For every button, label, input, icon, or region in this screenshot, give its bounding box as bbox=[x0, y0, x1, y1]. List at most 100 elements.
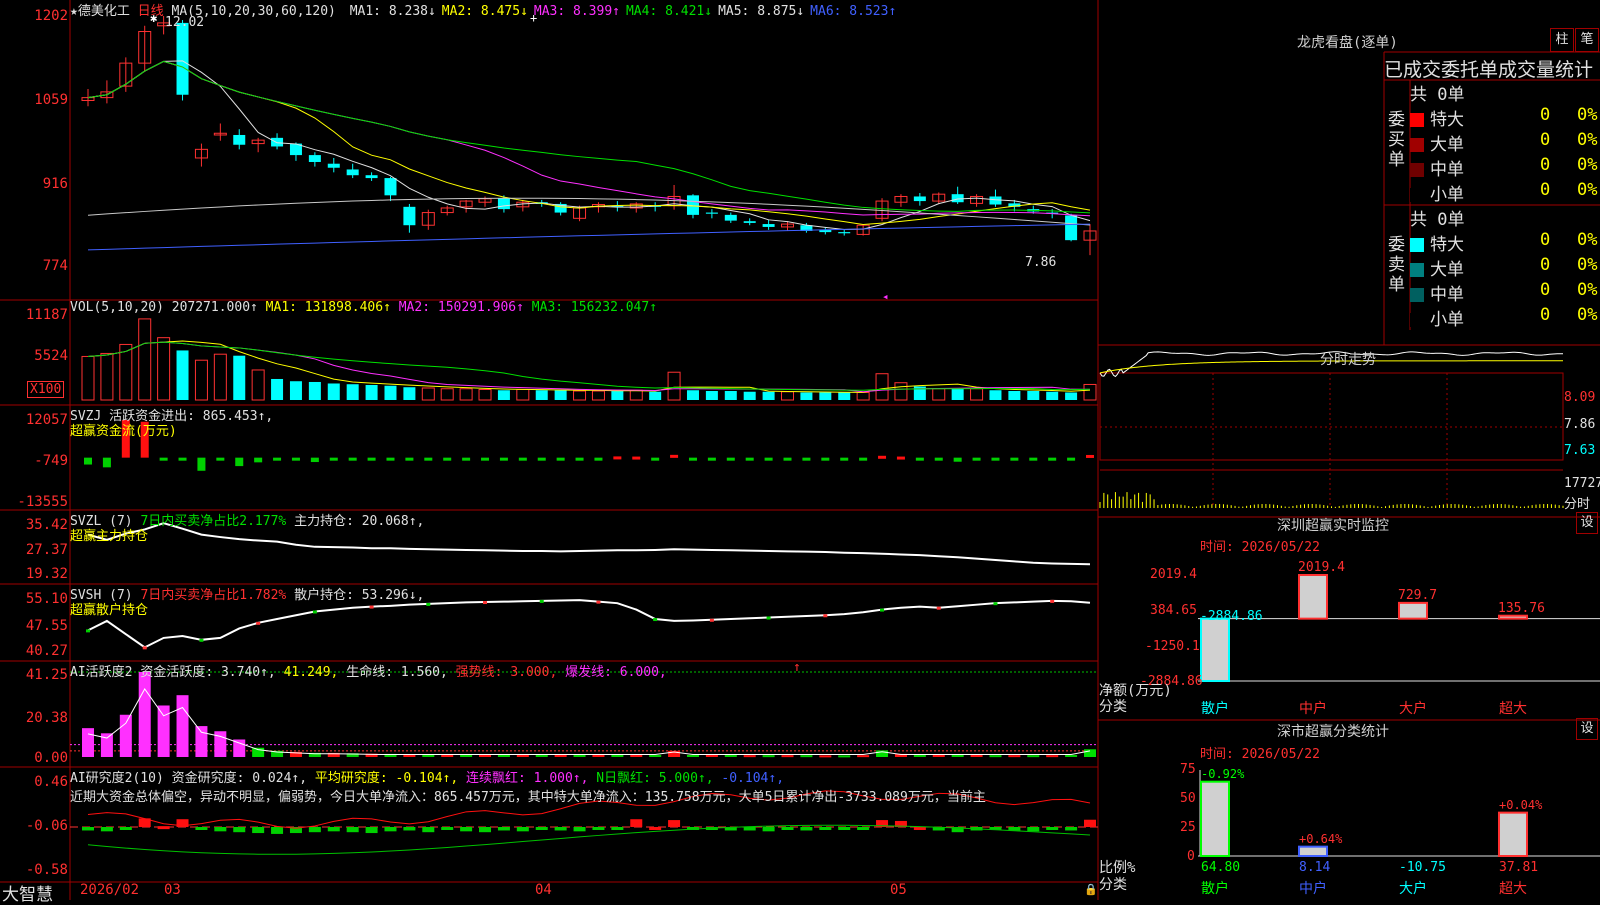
retail-tick bbox=[766, 616, 771, 620]
intraday-frame bbox=[1099, 372, 1564, 461]
sz-monitor-xlabel: 分类 bbox=[1099, 699, 1127, 715]
volume-bar bbox=[629, 389, 643, 401]
svsh-subtitle: 超赢散户持仓 bbox=[70, 603, 149, 618]
retail-tick bbox=[312, 610, 317, 614]
ai-active-label5: 爆发线: 6.000, bbox=[565, 665, 667, 680]
tick-mode-button[interactable]: 笔 bbox=[1575, 28, 1599, 52]
orderbook-row: 中单 bbox=[1410, 155, 1464, 180]
research-bar bbox=[308, 827, 321, 833]
retail-tick bbox=[199, 638, 204, 642]
high-marker: 12.02 bbox=[165, 15, 205, 30]
orderbook-row-name: 大单 bbox=[1430, 260, 1464, 280]
svzj-y-label: -13555 bbox=[17, 494, 68, 510]
ratio-value-label: 8.14 bbox=[1299, 860, 1331, 875]
candle bbox=[384, 178, 397, 196]
svzl-y-label: 27.37 bbox=[25, 542, 68, 558]
ai-research-header: AI研究度2(10) 资金研究度: 0.024↑, 平均研究度: -0.104↑… bbox=[70, 767, 784, 786]
research-bar bbox=[252, 827, 265, 834]
vol-value: 207271.000↑ bbox=[171, 300, 258, 315]
research-bar bbox=[1046, 827, 1059, 830]
ratio-value-label: 37.81 bbox=[1499, 860, 1539, 875]
candle bbox=[951, 194, 964, 203]
research-bar bbox=[214, 827, 227, 832]
fund-flow-bar bbox=[178, 457, 187, 461]
activity-bar bbox=[781, 755, 794, 758]
period-label[interactable]: 日线 bbox=[138, 4, 164, 19]
candle bbox=[1065, 215, 1078, 241]
orderbook-row-name: 特大 bbox=[1430, 235, 1464, 255]
volume-bar bbox=[213, 353, 227, 401]
volume-bar bbox=[459, 388, 473, 401]
lock-icon[interactable]: 🔒 bbox=[1084, 883, 1098, 896]
retail-tick bbox=[142, 646, 147, 650]
orderbook-header: 已成交委托单成交量统计 bbox=[1384, 59, 1594, 80]
fund-flow-bar bbox=[840, 457, 849, 461]
bar-mode-button[interactable]: 柱 bbox=[1550, 28, 1574, 52]
ma-value-label: MA6: 8.523↑ bbox=[810, 4, 897, 19]
change-label: +0.04% bbox=[1499, 797, 1543, 812]
sz-classify-y-label: 50 bbox=[1180, 791, 1196, 806]
svzl-label2: 主力持仓: 20.068↑, bbox=[294, 514, 425, 529]
volume-bar bbox=[365, 384, 378, 400]
activity-bar bbox=[535, 754, 548, 757]
research-bar bbox=[233, 827, 246, 833]
svsh-label2: 散户持仓: 53.296↓, bbox=[294, 588, 425, 603]
research-bar bbox=[1008, 827, 1021, 831]
svzj-y-label: -749 bbox=[34, 453, 68, 469]
fund-flow-bar bbox=[651, 457, 660, 461]
volume-bar bbox=[176, 350, 189, 400]
ai-active-label4: 强势线: 3.000, bbox=[455, 665, 558, 680]
research-bar bbox=[441, 827, 454, 830]
retail-tick bbox=[483, 601, 488, 605]
sz-monitor-settings-button[interactable]: 设 bbox=[1576, 512, 1598, 534]
fund-flow-bar bbox=[613, 456, 622, 460]
candle bbox=[271, 137, 284, 147]
fund-flow-bar bbox=[783, 457, 792, 461]
retail-tick bbox=[936, 606, 941, 610]
fund-flow-bar bbox=[102, 457, 111, 468]
sz-monitor-y-label: 2019.4 bbox=[1150, 567, 1197, 582]
retail-tick bbox=[823, 614, 828, 618]
candle bbox=[365, 175, 378, 179]
sz-classify-settings-button[interactable]: 设 bbox=[1576, 718, 1598, 740]
orderbook-row-name: 小单 bbox=[1430, 310, 1464, 330]
sell-side-label: 委卖单 bbox=[1388, 235, 1405, 295]
buy-side-label: 委买单 bbox=[1388, 110, 1405, 170]
orderbook-row-name: 中单 bbox=[1430, 285, 1464, 305]
research-bar bbox=[460, 827, 473, 832]
fund-flow-bar bbox=[670, 454, 679, 458]
ai-research-label3: 连续飘红: 1.000↑, bbox=[466, 771, 589, 786]
brand-label: 大智慧 bbox=[2, 885, 53, 905]
color-swatch bbox=[1410, 288, 1424, 302]
research-bar bbox=[422, 827, 435, 833]
fund-flow-bar bbox=[1048, 457, 1057, 461]
fund-flow-bar bbox=[972, 457, 981, 461]
ratio-value-label: -10.75 bbox=[1399, 860, 1446, 875]
stock-title[interactable]: ★德美化工 bbox=[70, 4, 130, 19]
research-bar bbox=[800, 827, 813, 831]
activity-bar bbox=[1008, 755, 1021, 758]
fund-flow-bar bbox=[1029, 457, 1038, 461]
activity-bar bbox=[497, 754, 510, 757]
volume-bar bbox=[233, 355, 246, 400]
volume-bar bbox=[856, 391, 870, 401]
research-bar bbox=[195, 827, 208, 830]
ma-value-label: MA5: 8.875↓ bbox=[718, 4, 805, 19]
svsh-label1: 7日内买卖净占比1.782% bbox=[140, 588, 287, 603]
vol-legend: VOL(5,10,20) bbox=[70, 300, 164, 315]
orderbook-row-value: 0 bbox=[1540, 180, 1551, 200]
sz-monitor-y-label: -1250.1 bbox=[1145, 639, 1200, 654]
intraday-y-label: 7.86 bbox=[1564, 417, 1596, 432]
research-bar bbox=[365, 827, 378, 834]
ma-values: MA1: 8.238↓ MA2: 8.475↓ MA3: 8.399↑ MA4: 8.… bbox=[344, 4, 897, 19]
sz-monitor-title: 深圳超赢实时监控 bbox=[1277, 518, 1389, 534]
sz-classify-y-label: 75 bbox=[1180, 762, 1196, 777]
research-bar bbox=[630, 819, 643, 827]
activity-bar bbox=[705, 754, 718, 757]
research-bar bbox=[649, 827, 662, 830]
orderbook-row-value: 0 bbox=[1540, 130, 1551, 150]
orderbook-row-pct: 0% bbox=[1577, 230, 1598, 250]
fund-flow-bar bbox=[802, 457, 811, 461]
fund-flow-bar bbox=[462, 457, 471, 461]
research-bar bbox=[82, 827, 94, 831]
